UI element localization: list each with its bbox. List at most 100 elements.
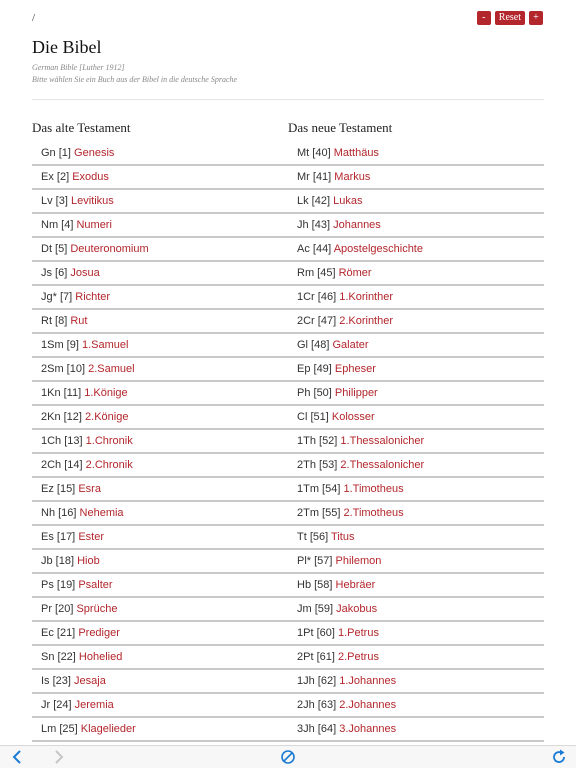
- book-link[interactable]: Hohelied: [79, 651, 122, 663]
- chevron-right-icon[interactable]: [51, 749, 67, 765]
- book-row[interactable]: 1Jh [62] 1.Johannes: [288, 670, 544, 694]
- book-row[interactable]: Rt [8] Rut: [32, 310, 288, 334]
- book-row[interactable]: Es [17] Ester: [32, 526, 288, 550]
- book-row[interactable]: Lm [25] Klagelieder: [32, 718, 288, 742]
- book-row[interactable]: Ex [2] Exodus: [32, 166, 288, 190]
- book-row[interactable]: Lv [3] Levitikus: [32, 190, 288, 214]
- book-row[interactable]: Ac [44] Apostelgeschichte: [288, 238, 544, 262]
- reload-icon[interactable]: [551, 749, 567, 765]
- book-link[interactable]: 2.Samuel: [88, 363, 134, 375]
- book-link[interactable]: Sprüche: [76, 603, 117, 615]
- book-row[interactable]: Jg* [7] Richter: [32, 286, 288, 310]
- book-row[interactable]: Nm [4] Numeri: [32, 214, 288, 238]
- book-row[interactable]: 2Ch [14] 2.Chronik: [32, 454, 288, 478]
- book-link[interactable]: 2.Petrus: [338, 651, 379, 663]
- book-link[interactable]: Prediger: [78, 627, 120, 639]
- book-row[interactable]: Ep [49] Epheser: [288, 358, 544, 382]
- book-row[interactable]: Gn [1] Genesis: [32, 142, 288, 166]
- book-link[interactable]: Hiob: [77, 555, 100, 567]
- book-link[interactable]: 1.Thessalonicher: [340, 435, 424, 447]
- book-link[interactable]: 2.Korinther: [339, 315, 393, 327]
- book-row[interactable]: Js [6] Josua: [32, 262, 288, 286]
- book-link[interactable]: 2.Timotheus: [343, 507, 403, 519]
- book-link[interactable]: Nehemia: [80, 507, 124, 519]
- book-link[interactable]: Römer: [339, 267, 372, 279]
- book-link[interactable]: 1.Korinther: [339, 291, 393, 303]
- book-row[interactable]: Hb [58] Hebräer: [288, 574, 544, 598]
- book-link[interactable]: Markus: [334, 171, 370, 183]
- book-link[interactable]: 1.Johannes: [339, 675, 396, 687]
- chevron-left-icon[interactable]: [9, 749, 25, 765]
- book-row[interactable]: 1Kn [11] 1.Könige: [32, 382, 288, 406]
- book-link[interactable]: Genesis: [74, 147, 114, 159]
- book-link[interactable]: Psalter: [78, 579, 112, 591]
- book-row[interactable]: Ps [19] Psalter: [32, 574, 288, 598]
- book-row[interactable]: 1Sm [9] 1.Samuel: [32, 334, 288, 358]
- book-row[interactable]: Jr [24] Jeremia: [32, 694, 288, 718]
- book-link[interactable]: Philipper: [335, 387, 378, 399]
- book-link[interactable]: Matthäus: [334, 147, 379, 159]
- book-link[interactable]: 1.Petrus: [338, 627, 379, 639]
- book-row[interactable]: 1Ch [13] 1.Chronik: [32, 430, 288, 454]
- book-row[interactable]: 1Tm [54] 1.Timotheus: [288, 478, 544, 502]
- book-link[interactable]: Johannes: [333, 219, 381, 231]
- zoom-out-button[interactable]: -: [476, 11, 491, 25]
- book-row[interactable]: Lk [42] Lukas: [288, 190, 544, 214]
- book-link[interactable]: Levitikus: [71, 195, 114, 207]
- book-link[interactable]: Jeremia: [75, 699, 114, 711]
- book-link[interactable]: Josua: [70, 267, 99, 279]
- book-row[interactable]: Dt [5] Deuteronomium: [32, 238, 288, 262]
- book-row[interactable]: Is [23] Jesaja: [32, 670, 288, 694]
- book-link[interactable]: Numeri: [76, 219, 111, 231]
- book-row[interactable]: Pr [20] Sprüche: [32, 598, 288, 622]
- book-link[interactable]: 2.Chronik: [86, 459, 133, 471]
- book-link[interactable]: Ester: [78, 531, 104, 543]
- book-row[interactable]: 2Cr [47] 2.Korinther: [288, 310, 544, 334]
- book-link[interactable]: Galater: [332, 339, 368, 351]
- book-row[interactable]: Nh [16] Nehemia: [32, 502, 288, 526]
- book-link[interactable]: Philemon: [336, 555, 382, 567]
- book-link[interactable]: 2.Johannes: [339, 699, 396, 711]
- book-row[interactable]: Sn [22] Hohelied: [32, 646, 288, 670]
- book-link[interactable]: Deuteronomium: [70, 243, 148, 255]
- book-row[interactable]: Rm [45] Römer: [288, 262, 544, 286]
- book-link[interactable]: Klagelieder: [81, 723, 136, 735]
- book-row[interactable]: Gl [48] Galater: [288, 334, 544, 358]
- book-row[interactable]: Ph [50] Philipper: [288, 382, 544, 406]
- book-row[interactable]: 3Jh [64] 3.Johannes: [288, 718, 544, 742]
- book-link[interactable]: 2.Thessalonicher: [340, 459, 424, 471]
- book-row[interactable]: 1Pt [60] 1.Petrus: [288, 622, 544, 646]
- book-row[interactable]: Pl* [57] Philemon: [288, 550, 544, 574]
- book-link[interactable]: Titus: [331, 531, 354, 543]
- book-row[interactable]: Ez [15] Esra: [32, 478, 288, 502]
- stop-icon[interactable]: [280, 749, 296, 765]
- book-link[interactable]: Hebräer: [336, 579, 376, 591]
- book-link[interactable]: Kolosser: [332, 411, 375, 423]
- book-row[interactable]: 2Th [53] 2.Thessalonicher: [288, 454, 544, 478]
- book-link[interactable]: 1.Timotheus: [343, 483, 403, 495]
- book-link[interactable]: Exodus: [72, 171, 109, 183]
- book-row[interactable]: Jh [43] Johannes: [288, 214, 544, 238]
- book-link[interactable]: 1.Samuel: [82, 339, 128, 351]
- book-link[interactable]: Jakobus: [336, 603, 377, 615]
- book-link[interactable]: 3.Johannes: [339, 723, 396, 735]
- book-row[interactable]: Tt [56] Titus: [288, 526, 544, 550]
- book-link[interactable]: Esra: [78, 483, 101, 495]
- book-row[interactable]: Mt [40] Matthäus: [288, 142, 544, 166]
- book-link[interactable]: Apostelgeschichte: [334, 243, 423, 255]
- book-row[interactable]: 2Tm [55] 2.Timotheus: [288, 502, 544, 526]
- book-row[interactable]: Jb [18] Hiob: [32, 550, 288, 574]
- book-row[interactable]: 2Jh [63] 2.Johannes: [288, 694, 544, 718]
- zoom-reset-button[interactable]: Reset: [494, 11, 525, 25]
- book-row[interactable]: Jm [59] Jakobus: [288, 598, 544, 622]
- book-row[interactable]: 2Kn [12] 2.Könige: [32, 406, 288, 430]
- book-link[interactable]: Richter: [75, 291, 110, 303]
- book-link[interactable]: 1.Könige: [84, 387, 127, 399]
- book-link[interactable]: Jesaja: [74, 675, 106, 687]
- book-row[interactable]: Ec [21] Prediger: [32, 622, 288, 646]
- book-link[interactable]: 1.Chronik: [86, 435, 133, 447]
- book-row[interactable]: Mr [41] Markus: [288, 166, 544, 190]
- book-row[interactable]: Cl [51] Kolosser: [288, 406, 544, 430]
- book-link[interactable]: Rut: [70, 315, 87, 327]
- book-row[interactable]: 1Th [52] 1.Thessalonicher: [288, 430, 544, 454]
